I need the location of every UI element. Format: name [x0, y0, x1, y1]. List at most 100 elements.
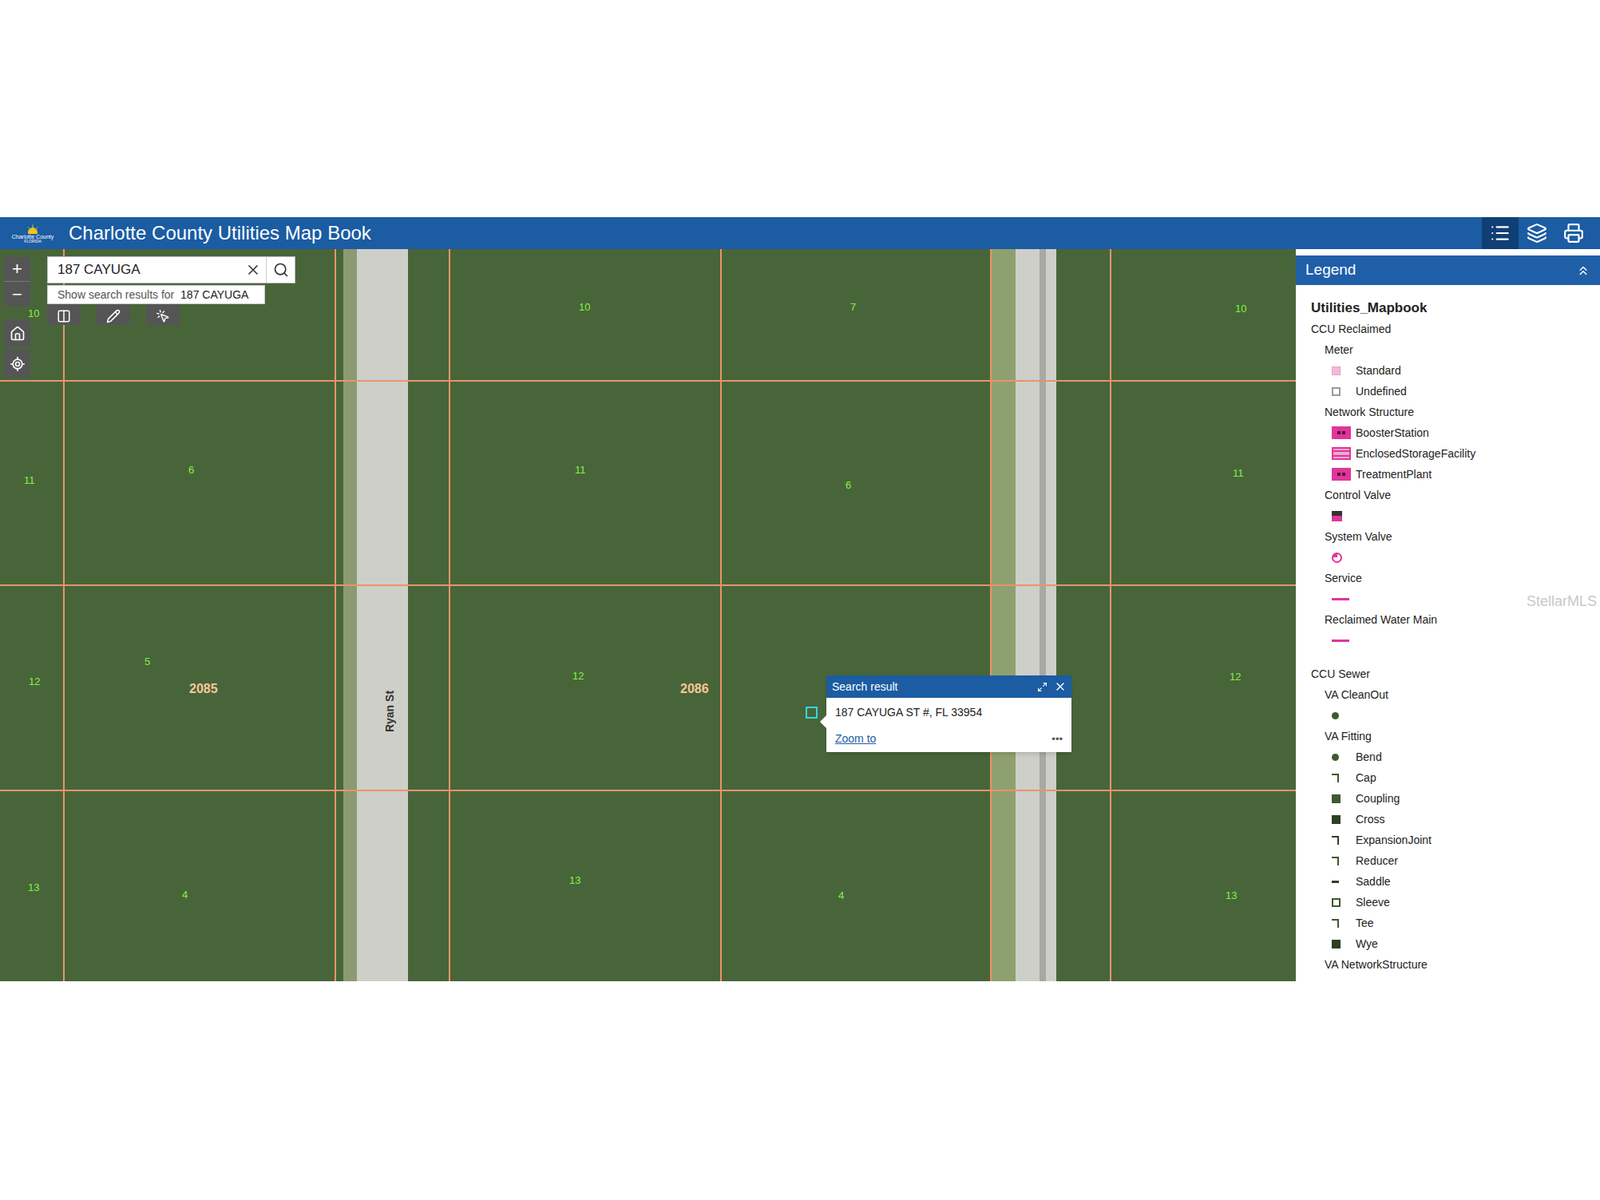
circle-swatch [1331, 552, 1343, 563]
main: 10710101161161112512121341341320852086Ry… [0, 249, 1600, 982]
lot-number: 11 [1232, 467, 1244, 479]
legend-item: EnclosedStorageFacility [1324, 443, 1600, 464]
legend-group: System Valve [1310, 526, 1600, 568]
home-button[interactable] [3, 319, 31, 348]
legend-item: ExpansionJoint [1324, 829, 1600, 851]
close-icon[interactable] [1053, 680, 1067, 694]
parcel-line [448, 249, 451, 982]
popup-address: 187 CAYUGA ST #, FL 33954 [826, 697, 1072, 721]
print-icon [1563, 222, 1585, 244]
maximize-icon[interactable] [1037, 681, 1048, 693]
dot-swatch [1331, 712, 1339, 720]
legend-item: Tee [1324, 912, 1600, 934]
panel-icon [56, 308, 72, 324]
legend-item [1324, 629, 1600, 651]
legend-item: Wye [1324, 933, 1600, 955]
lot-number: 7 [850, 301, 856, 313]
glyph-swatch [1331, 918, 1339, 928]
lot-number: 5 [144, 656, 151, 667]
legend-group: Network StructureBoosterStationEnclosedS… [1310, 401, 1600, 485]
draw-button[interactable] [96, 300, 131, 325]
search-box: 187 CAYUGA [47, 256, 296, 284]
street-label: Ryan St [384, 687, 396, 736]
square-swatch [1331, 794, 1341, 804]
lot-number: 6 [188, 464, 195, 476]
search-suggestion[interactable]: Show search results for 187 CAYUGA [47, 285, 266, 305]
zoom-out-button[interactable]: − [3, 281, 31, 307]
lot-number: 13 [569, 875, 581, 886]
legend-item: BoosterStation [1324, 422, 1600, 444]
legend-group: MeterStandardUndefined [1310, 339, 1600, 402]
square-swatch [1331, 815, 1341, 824]
locate-icon [9, 356, 26, 373]
parcel-line [63, 249, 65, 982]
lot-number: 11 [23, 475, 36, 486]
legend-layer: Utilities_Mapbook [1310, 297, 1600, 319]
legend-panel: LegendUtilities_MapbookCCU ReclaimedMete… [1295, 249, 1600, 982]
line-swatch [1331, 598, 1350, 601]
search-input[interactable]: 187 CAYUGA [47, 257, 266, 283]
print-button[interactable] [1555, 217, 1593, 250]
lot-number: 4 [182, 889, 188, 900]
glyph-swatch [1331, 835, 1339, 845]
popup-header: Search result [826, 675, 1072, 698]
lot-number: 4 [838, 890, 844, 901]
select-button[interactable] [146, 300, 180, 325]
lot-number: 11 [574, 464, 587, 476]
app-header: Charlotte CountyFLORIDACharlotte County … [0, 217, 1600, 250]
road-verge [990, 249, 1016, 982]
legend-group: VA CleanOut [1310, 684, 1600, 726]
lot-number: 6 [845, 479, 852, 491]
badge-swatch [1331, 426, 1351, 440]
line-swatch [1331, 639, 1350, 642]
search-button[interactable] [265, 257, 295, 283]
parcel-line [0, 584, 1296, 587]
block-number: 2085 [189, 682, 218, 696]
legend-button[interactable] [1481, 217, 1519, 250]
collapse-icon[interactable] [1576, 263, 1591, 278]
basemap-button[interactable] [47, 300, 81, 325]
locate-button[interactable] [3, 349, 31, 378]
block-number: 2086 [680, 682, 709, 696]
meter-swatch [1331, 366, 1341, 376]
watermark: StellarMLS [1526, 590, 1597, 613]
cursor-icon [155, 308, 171, 324]
legend-item: Cap [1324, 767, 1600, 789]
badge-swatch [1331, 467, 1351, 481]
lot-number: 10 [1235, 303, 1247, 314]
legend-item: Cross [1324, 808, 1600, 830]
legend-header: Legend [1295, 255, 1600, 286]
parcel-line [0, 380, 1296, 382]
location-marker[interactable] [805, 706, 818, 719]
legend-section: CCU SewerVA CleanOutVA FittingBendCapCou… [1310, 663, 1600, 975]
legend-item [1324, 505, 1600, 527]
legend-group: VA FittingBendCapCouplingCrossExpansionJ… [1310, 725, 1600, 955]
striped-swatch [1331, 447, 1351, 460]
legend-item: Reducer [1324, 850, 1600, 872]
lot-number: 10 [578, 301, 591, 313]
layers-button[interactable] [1518, 217, 1556, 250]
parcel-line [334, 249, 337, 982]
lot-number: 13 [1225, 890, 1237, 901]
search-result-popup: Search result187 CAYUGA ST #, FL 33954 Zo… [826, 675, 1072, 753]
zoom-in-button[interactable]: + [3, 257, 31, 282]
zoom-to-link[interactable]: Zoom to [835, 730, 1052, 748]
lot-number: 10 [27, 308, 40, 319]
legend-item: Undefined [1324, 380, 1600, 402]
glyph-swatch [1331, 856, 1339, 866]
parcel-line [720, 249, 722, 982]
road [343, 249, 357, 982]
clear-icon[interactable] [245, 261, 262, 278]
sun-icon [23, 222, 42, 234]
legend-body: Utilities_MapbookCCU ReclaimedMeterStand… [1295, 285, 1600, 982]
more-button[interactable]: ••• [1051, 731, 1063, 748]
map[interactable]: 10710101161161112512121341341320852086Ry… [0, 249, 1296, 982]
legend-group: Reclaimed Water Main [1310, 609, 1600, 651]
search-icon [273, 261, 290, 278]
road [1015, 249, 1057, 982]
home-icon [9, 325, 26, 342]
page: Charlotte CountyFLORIDACharlotte County … [0, 0, 1600, 1200]
box-swatch [1331, 898, 1341, 907]
legend-item: Bend [1324, 746, 1600, 768]
glyph-swatch [1331, 773, 1339, 783]
